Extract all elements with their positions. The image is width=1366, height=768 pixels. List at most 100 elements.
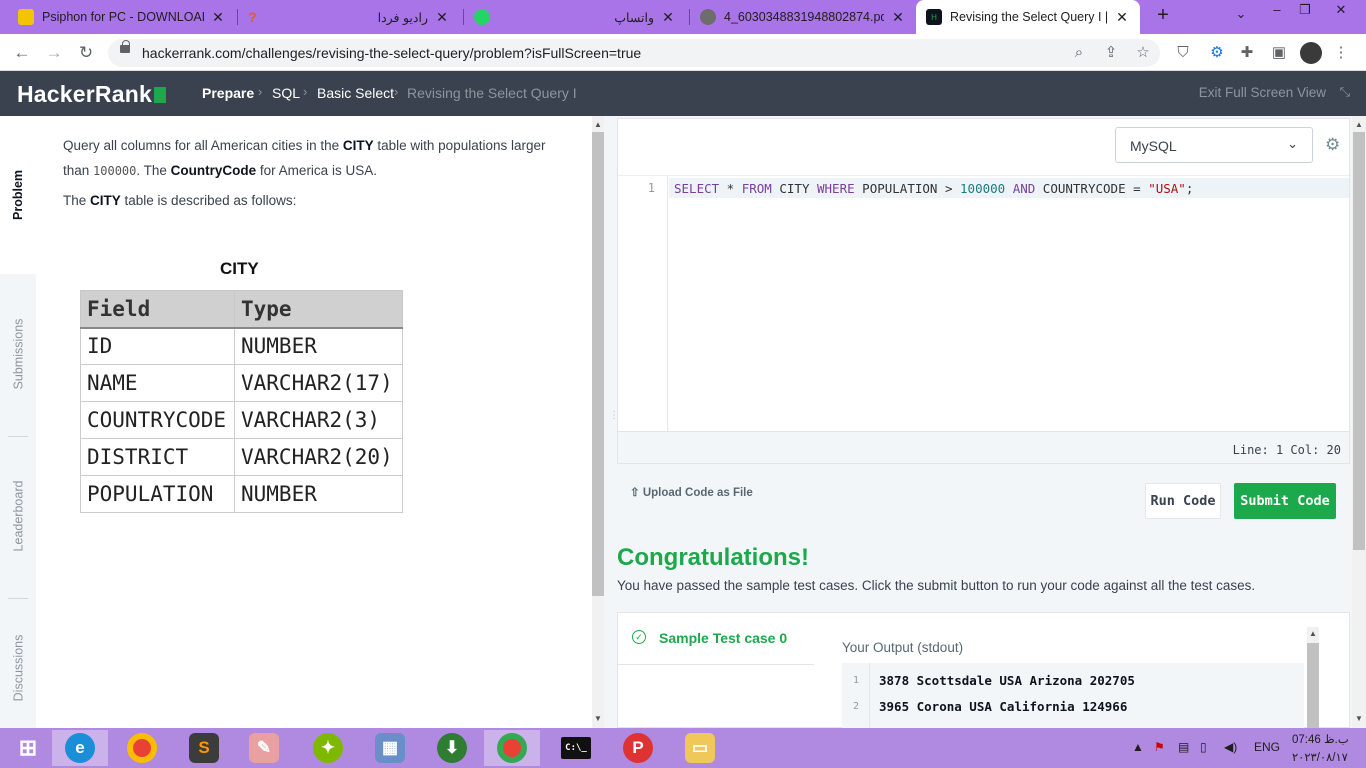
code-area[interactable]: 1 SELECT * FROM CITY WHERE POPULATION > … xyxy=(618,175,1349,432)
edge-browser-icon[interactable]: e xyxy=(52,730,108,766)
chrome-icon[interactable] xyxy=(114,730,170,766)
shield-extension-icon[interactable]: ⛉ xyxy=(1172,42,1194,64)
tab-submissions[interactable]: Submissions xyxy=(0,284,36,424)
windows-start-icon[interactable]: ⊞ xyxy=(0,730,56,766)
output-line-number: 1 xyxy=(853,675,860,686)
problem-scrollbar[interactable]: ▲ ▼ xyxy=(592,116,604,728)
scroll-up-icon[interactable]: ▲ xyxy=(592,120,604,129)
scrollbar-thumb[interactable] xyxy=(1307,643,1319,729)
tab-problem[interactable]: Problem xyxy=(0,116,36,274)
scrollbar-thumb[interactable] xyxy=(1353,132,1365,550)
address-bar[interactable]: hackerrank.com/challenges/revising-the-s… xyxy=(108,39,1160,67)
reload-icon[interactable]: ↻ xyxy=(74,41,98,65)
parrot-app-icon[interactable]: ✦ xyxy=(300,730,356,766)
new-tab-button[interactable]: + xyxy=(1148,4,1178,27)
download-manager-icon[interactable]: ⬇ xyxy=(424,730,480,766)
code-token: AND xyxy=(1005,181,1036,196)
tab-sample-test-case[interactable]: ✓ Sample Test case 0 xyxy=(618,613,814,665)
close-icon[interactable]: ✕ xyxy=(1114,9,1130,26)
output-scrollbar[interactable]: ▲ xyxy=(1307,627,1319,729)
scroll-down-icon[interactable]: ▼ xyxy=(592,714,604,723)
tab-discussions-label: Discussions xyxy=(11,634,25,702)
code-token: SELECT xyxy=(674,181,720,196)
breadcrumb-basic-select[interactable]: Basic Select xyxy=(317,85,394,101)
calculator-icon[interactable]: ▦ xyxy=(362,730,418,766)
cursor-position: Line: 1 Col: 20 xyxy=(1232,443,1341,457)
tab-search-chevron-icon[interactable]: ⌄ xyxy=(1226,6,1256,22)
scroll-down-icon[interactable]: ▼ xyxy=(1353,714,1365,723)
bookmark-star-icon[interactable]: ☆ xyxy=(1132,42,1154,64)
problem-paragraph-3: The CITY table is described as follows: xyxy=(63,193,297,208)
tab-problem-label: Problem xyxy=(11,169,26,221)
line-number: 1 xyxy=(647,181,655,195)
close-icon[interactable]: ✕ xyxy=(210,9,226,26)
column-header: Field xyxy=(80,290,235,329)
avatar[interactable] xyxy=(1300,42,1322,64)
code-token: "USA" xyxy=(1148,181,1186,196)
close-window-icon[interactable]: ✕ xyxy=(1326,2,1356,18)
tab-radio-farda[interactable]: ? رادیو فردا ✕ xyxy=(238,0,460,34)
tab-whatsapp[interactable]: واتساپ ✕ xyxy=(464,0,686,34)
gear-icon[interactable]: ⚙ xyxy=(1325,135,1340,155)
collapse-icon[interactable]: ⤡ xyxy=(1340,84,1350,100)
resize-handle-icon[interactable]: ⋮ xyxy=(609,410,619,421)
tab-psiphon[interactable]: Psiphon for PC - DOWNLOAD ✕ xyxy=(8,0,236,34)
breadcrumb-sql[interactable]: SQL xyxy=(272,85,300,101)
side-panel-icon[interactable]: ▣ xyxy=(1268,42,1290,64)
forward-icon[interactable]: → xyxy=(42,41,66,65)
problem-paragraph-1: Query all columns for all American citie… xyxy=(63,138,546,153)
page-scrollbar[interactable]: ▲ ▼ xyxy=(1352,116,1366,728)
code-token: COUNTRYCODE xyxy=(1035,181,1134,196)
close-icon[interactable]: ✕ xyxy=(660,9,676,26)
extensions-puzzle-icon[interactable]: ✚ xyxy=(1236,42,1258,64)
security-flag-icon[interactable]: ⚑ xyxy=(1154,740,1165,754)
back-icon[interactable]: ← xyxy=(10,41,34,65)
type-cell: NUMBER xyxy=(234,475,403,513)
code-text[interactable]: SELECT * FROM CITY WHERE POPULATION > 10… xyxy=(674,181,1193,196)
zoom-icon[interactable]: ⌕ xyxy=(1068,42,1090,64)
submit-code-button[interactable]: Submit Code xyxy=(1234,483,1336,519)
volume-icon[interactable]: ◀) xyxy=(1224,740,1237,754)
scroll-up-icon[interactable]: ▲ xyxy=(1353,120,1365,129)
tab-title: واتساپ xyxy=(614,10,654,25)
minimize-icon[interactable]: – xyxy=(1262,2,1292,17)
tray-overflow-icon[interactable]: ▲ xyxy=(1132,740,1144,754)
psiphon-icon[interactable]: P xyxy=(610,730,666,766)
table-row: DISTRICT VARCHAR2(20) xyxy=(80,438,403,476)
radio-favicon-icon: ? xyxy=(248,9,257,25)
tab-hackerrank[interactable]: H Revising the Select Query I | H ✕ xyxy=(916,0,1140,34)
close-icon[interactable]: ✕ xyxy=(890,9,906,26)
scroll-up-icon[interactable]: ▲ xyxy=(1307,629,1319,638)
problem-paragraph-2: than 100000. The CountryCode for America… xyxy=(63,163,377,178)
tab-leaderboard[interactable]: Leaderboard xyxy=(0,446,36,586)
exit-fullscreen-link[interactable]: Exit Full Screen View xyxy=(1199,85,1326,100)
whatsapp-favicon-icon xyxy=(474,9,490,25)
battery-icon[interactable]: ▯ xyxy=(1200,740,1207,754)
type-cell: VARCHAR2(17) xyxy=(234,364,403,402)
scrollbar-thumb[interactable] xyxy=(592,132,604,596)
clock-date[interactable]: ۲۰۲۳/۰۸/۱۷ xyxy=(1292,750,1348,764)
maximize-icon[interactable]: ❐ xyxy=(1290,2,1320,18)
run-code-button[interactable]: Run Code xyxy=(1145,483,1221,519)
breadcrumb-prepare[interactable]: Prepare xyxy=(202,85,254,101)
language-select[interactable]: MySQL ⌄ xyxy=(1115,127,1313,163)
sublime-text-icon[interactable]: S xyxy=(176,730,232,766)
tab-discussions[interactable]: Discussions xyxy=(0,608,36,728)
input-language[interactable]: ENG xyxy=(1254,740,1280,754)
file-explorer-icon[interactable]: ▭ xyxy=(672,730,728,766)
table-row: POPULATION NUMBER xyxy=(80,475,403,513)
editor-status-bar: Line: 1 Col: 20 xyxy=(618,431,1349,463)
upload-code-link[interactable]: ⇧ Upload Code as File xyxy=(630,485,753,499)
table-row: COUNTRYCODE VARCHAR2(3) xyxy=(80,401,403,439)
terminal-icon[interactable]: C:\_ xyxy=(548,730,604,766)
close-icon[interactable]: ✕ xyxy=(434,9,450,26)
clock-time[interactable]: 07:46 ب.ظ xyxy=(1292,732,1349,746)
translate-extension-icon[interactable]: ⚙ xyxy=(1206,42,1228,64)
network-icon[interactable]: ▤ xyxy=(1178,740,1189,754)
menu-kebab-icon[interactable]: ⋮ xyxy=(1330,42,1352,64)
chrome-active-icon[interactable] xyxy=(484,730,540,766)
tab-pdf[interactable]: 4_6030348831948802874.pdf ✕ xyxy=(690,0,916,34)
share-icon[interactable]: ⇪ xyxy=(1100,42,1122,64)
paint-icon[interactable]: ✎ xyxy=(236,730,292,766)
hackerrank-logo[interactable]: HackerRank xyxy=(17,81,166,108)
